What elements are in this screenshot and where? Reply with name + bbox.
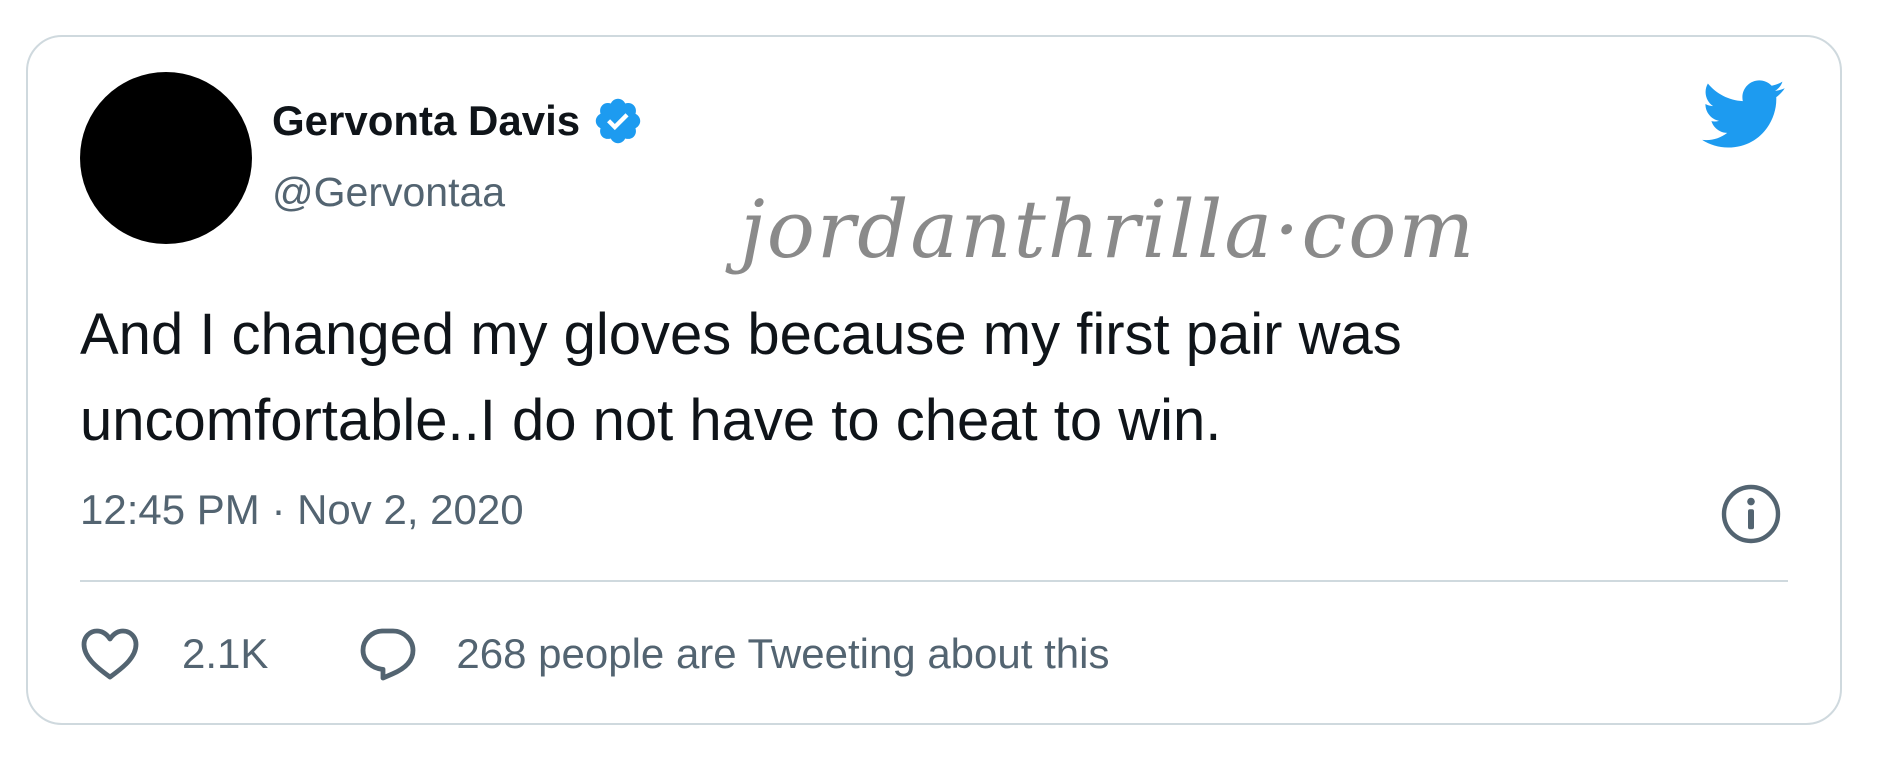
info-icon[interactable] [1719, 482, 1783, 546]
tweet-actions: 2.1K 268 people are Tweeting about this [80, 626, 1109, 682]
verified-badge-icon [595, 98, 641, 144]
author-handle[interactable]: @Gervontaa [272, 172, 505, 213]
heart-icon[interactable] [80, 626, 140, 682]
divider [80, 580, 1788, 582]
watermark: jordanthrilla·com [740, 183, 1477, 276]
tweet-timestamp[interactable]: 12:45 PM · Nov 2, 2020 [80, 489, 524, 531]
author-display-name[interactable]: Gervonta Davis [272, 100, 580, 142]
author-name-row: Gervonta Davis [272, 95, 644, 147]
speech-bubble-icon[interactable] [358, 626, 418, 682]
tweet-text: And I changed my gloves because my first… [80, 302, 1402, 453]
twitter-bird-icon[interactable] [1702, 78, 1786, 152]
like-count[interactable]: 2.1K [182, 630, 268, 678]
avatar[interactable] [80, 72, 252, 244]
tweeting-about-link[interactable]: 268 people are Tweeting about this [456, 630, 1109, 678]
